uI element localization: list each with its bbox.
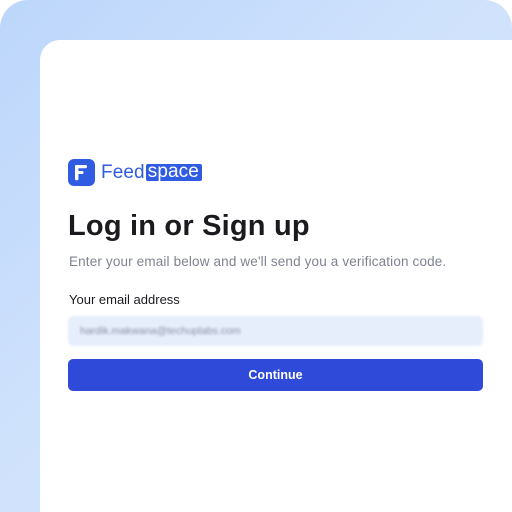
feedspace-logo-icon <box>68 159 95 186</box>
brand-name-part-2: space <box>145 162 202 181</box>
brand-name-part-1: Feed <box>101 161 145 183</box>
email-field[interactable] <box>68 316 483 346</box>
brand-wordmark: Feed space <box>101 162 202 184</box>
page-title: Log in or Sign up <box>68 210 310 242</box>
continue-button[interactable]: Continue <box>68 359 483 391</box>
page-subtitle: Enter your email below and we'll send yo… <box>69 254 447 269</box>
email-label: Your email address <box>69 292 180 307</box>
login-card: Feed space Log in or Sign up Enter your e… <box>40 40 512 512</box>
brand-logo: Feed space <box>68 159 202 186</box>
